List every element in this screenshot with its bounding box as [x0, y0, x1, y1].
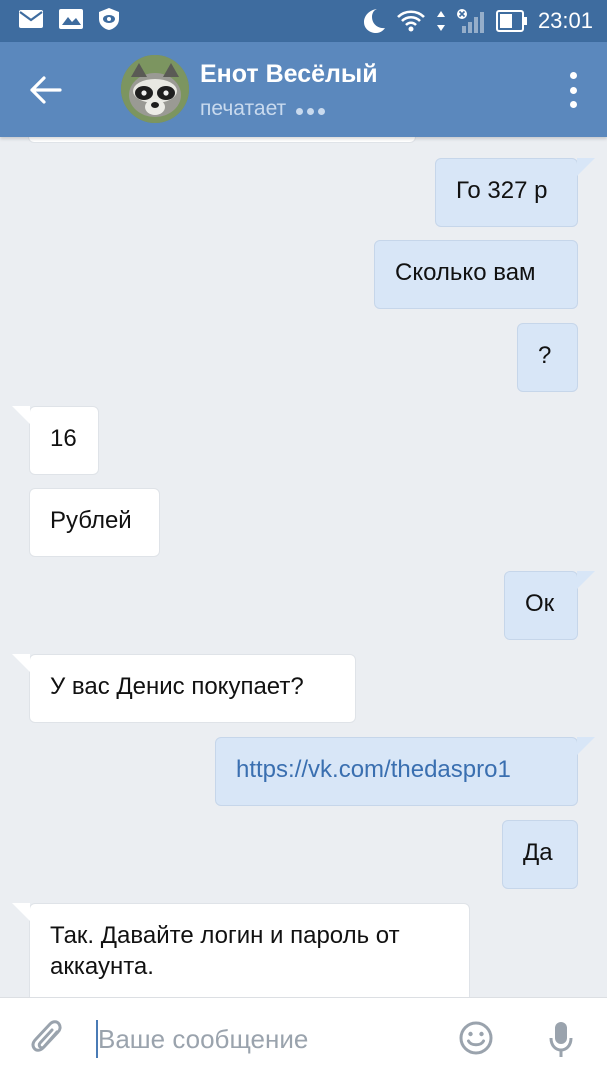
- message-bubble-incoming[interactable]: Рублей: [29, 488, 160, 557]
- message-bubble-outgoing[interactable]: ?: [517, 323, 578, 392]
- typing-status: печатает: [200, 97, 329, 121]
- attach-button[interactable]: [30, 1020, 66, 1060]
- status-bar-system: 23:01: [360, 6, 593, 36]
- message-bubble-outgoing[interactable]: Го 327 р: [435, 158, 595, 227]
- message-text: ?: [538, 342, 552, 369]
- wifi-icon: [396, 9, 426, 33]
- microphone-icon: [549, 1022, 573, 1057]
- moon-icon: [360, 7, 386, 35]
- chat-header: Енот Весёлый печатает: [0, 42, 607, 137]
- status-bar-notifications: [18, 7, 120, 31]
- status-bar: 23:01: [0, 0, 607, 42]
- typing-status-label: печатает: [200, 97, 287, 120]
- message-bubble-incoming[interactable]: У вас Денис покупает?: [12, 654, 356, 723]
- message-input[interactable]: Ваше сообщение: [98, 1024, 308, 1055]
- message-text: Да: [523, 839, 553, 866]
- more-dot-icon: [569, 101, 577, 108]
- smiley-icon: [459, 1021, 493, 1055]
- message-text: Го 327 р: [456, 177, 548, 204]
- data-arrows-icon: [436, 9, 446, 33]
- message-bubble-outgoing[interactable]: Ок: [504, 571, 595, 640]
- contact-avatar[interactable]: [121, 55, 189, 123]
- back-arrow-icon: [30, 76, 62, 104]
- message-bubble-incoming[interactable]: 16: [12, 406, 99, 475]
- message-bubble-incoming[interactable]: Так. Давайте логин и пароль от аккаунта.: [12, 903, 470, 997]
- message-link[interactable]: https://vk.com/thedaspro1: [236, 756, 511, 783]
- battery-icon: [495, 9, 528, 33]
- raccoon-avatar-icon: [121, 55, 189, 123]
- more-dot-icon: [569, 72, 577, 79]
- message-text: У вас Денис покупает?: [50, 673, 304, 700]
- gallery-icon: [58, 8, 84, 30]
- message-bubble-outgoing[interactable]: Сколько вам: [374, 240, 578, 309]
- message-text: Сколько вам: [395, 259, 536, 286]
- message-list[interactable]: Го 327 р Сколько вам ? 16 Рублей Ок У ва…: [0, 137, 607, 997]
- more-dot-icon: [569, 86, 577, 94]
- message-bubble-partial[interactable]: [28, 137, 416, 143]
- message-composer: Ваше сообщение: [0, 997, 607, 1080]
- more-options-button[interactable]: [567, 72, 579, 108]
- message-text: Рублей: [50, 507, 132, 534]
- message-text: Так. Давайте логин и пароль от аккаунта.: [50, 922, 400, 980]
- mail-icon: [18, 9, 44, 29]
- contact-name[interactable]: Енот Весёлый: [200, 60, 378, 89]
- paperclip-icon: [31, 1020, 62, 1052]
- status-bar-time: 23:01: [537, 8, 593, 33]
- message-bubble-outgoing[interactable]: Да: [502, 820, 578, 889]
- back-button[interactable]: [26, 70, 66, 110]
- vk-shield-icon: [98, 7, 120, 31]
- message-text: 16: [50, 425, 77, 452]
- signal-icon: [456, 8, 486, 34]
- emoji-button[interactable]: [458, 1020, 494, 1056]
- voice-message-button[interactable]: [548, 1020, 574, 1060]
- typing-dots-icon: [296, 97, 329, 121]
- message-text: Ок: [525, 590, 555, 617]
- message-bubble-outgoing[interactable]: https://vk.com/thedaspro1: [215, 737, 595, 806]
